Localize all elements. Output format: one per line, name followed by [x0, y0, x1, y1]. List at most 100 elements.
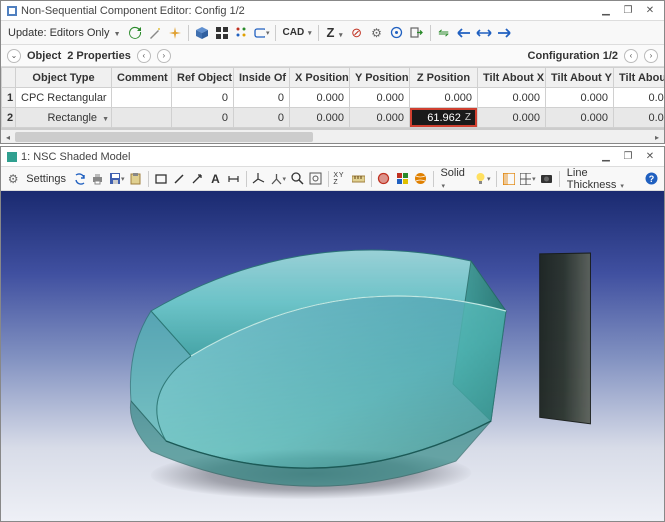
cell-tz[interactable]: 0.000 [614, 88, 665, 108]
object-type-cell[interactable]: CPC Rectangular ▼ [16, 88, 112, 108]
solid-dropdown[interactable]: Solid ▾ [437, 167, 472, 191]
column-header[interactable]: Tilt About X [478, 68, 546, 88]
properties-nav-left[interactable]: ‹ [137, 49, 151, 63]
camera-icon[interactable] [539, 170, 555, 188]
column-header[interactable]: Y Position [350, 68, 410, 88]
cell-ty[interactable]: 0.000 [546, 108, 614, 128]
cell-tx[interactable]: 0.000 [478, 108, 546, 128]
settings-gear-icon[interactable]: ⚙ [5, 170, 21, 188]
fan-off-icon[interactable] [376, 170, 392, 188]
nosign-icon[interactable]: ⊘ [348, 24, 366, 42]
cell-comment[interactable] [112, 88, 172, 108]
column-header[interactable]: Inside Of [234, 68, 290, 88]
cell-ty[interactable]: 0.000 [546, 88, 614, 108]
bulb-icon[interactable]: ▾ [474, 170, 492, 188]
arrow-right-icon[interactable] [495, 24, 513, 42]
cpc-model [121, 216, 531, 506]
target-icon[interactable] [388, 24, 406, 42]
cell-x[interactable]: 0.000 [290, 88, 350, 108]
column-header[interactable]: Tilt About Z [614, 68, 665, 88]
rect-tool-icon[interactable] [153, 170, 169, 188]
layout1-icon[interactable] [500, 170, 516, 188]
horizontal-scrollbar[interactable]: ◂ ▸ [1, 129, 664, 143]
cube-icon[interactable] [193, 24, 211, 42]
zoom-icon[interactable] [289, 170, 305, 188]
color-icon[interactable] [394, 170, 410, 188]
expand-properties-button[interactable]: ⌄ [7, 49, 21, 63]
component-table: Object TypeCommentRef ObjectInside OfX P… [1, 67, 664, 129]
object-type-cell[interactable]: Rectangle ▼ [16, 108, 112, 128]
ruler-icon[interactable] [351, 170, 367, 188]
line-tool-icon[interactable] [171, 170, 187, 188]
sync-icon[interactable] [71, 170, 87, 188]
grid-icon[interactable] [213, 24, 231, 42]
scroll-right-button[interactable]: ▸ [650, 130, 664, 144]
refresh-icon[interactable] [126, 24, 144, 42]
xyz-icon[interactable]: X Y Z [332, 170, 348, 188]
column-header[interactable]: Object Type [16, 68, 112, 88]
z-dropdown[interactable]: Z ▾ [323, 25, 345, 40]
print-icon[interactable] [89, 170, 105, 188]
column-header[interactable]: Comment [112, 68, 172, 88]
tripod-icon[interactable]: ▾ [269, 170, 287, 188]
column-header[interactable]: Tilt About Y [546, 68, 614, 88]
clipboard-icon[interactable] [128, 170, 144, 188]
cell-comment[interactable] [112, 108, 172, 128]
row-number[interactable]: 1 [2, 88, 16, 108]
cell-y[interactable]: 0.000 [350, 88, 410, 108]
dots-icon[interactable] [233, 24, 251, 42]
cell-y[interactable]: 0.000 [350, 108, 410, 128]
axes-icon[interactable] [251, 170, 267, 188]
update-mode-dropdown[interactable]: Update: Editors Only ▼ [5, 27, 124, 39]
config-nav-right[interactable]: › [644, 49, 658, 63]
viewer-restore-button[interactable]: ❐ [620, 150, 636, 164]
viewer-title: 1: NSC Shaded Model [21, 151, 598, 163]
line-thickness-dropdown[interactable]: Line Thickness ▾ [564, 167, 642, 191]
cell-z[interactable]: 61.962Z [410, 108, 478, 128]
table-row[interactable]: 1CPC Rectangular ▼000.0000.0000.0000.000… [2, 88, 665, 108]
arrow-left-icon[interactable] [455, 24, 473, 42]
cell-inside[interactable]: 0 [234, 88, 290, 108]
cell-ref[interactable]: 0 [172, 88, 234, 108]
save-icon[interactable]: ▾ [108, 170, 126, 188]
restore-button[interactable]: ❐ [620, 4, 636, 18]
row-number[interactable]: 2 [2, 108, 16, 128]
text-tool-icon[interactable]: A [207, 170, 223, 188]
cell-ref[interactable]: 0 [172, 108, 234, 128]
column-header[interactable]: X Position [290, 68, 350, 88]
exit-icon[interactable] [408, 24, 426, 42]
editor-titlebar: Non-Sequential Component Editor: Config … [1, 1, 664, 21]
viewer-titlebar: 1: NSC Shaded Model ▁ ❐ ✕ [1, 147, 664, 167]
close-button[interactable]: ✕ [642, 4, 658, 18]
cell-tz[interactable]: 0.000 [614, 108, 665, 128]
cell-tx[interactable]: 0.000 [478, 88, 546, 108]
settings-button[interactable]: Settings [23, 173, 69, 185]
scroll-left-button[interactable]: ◂ [1, 130, 15, 144]
swap-icon[interactable]: ⇋ [435, 24, 453, 42]
properties-nav-right[interactable]: › [157, 49, 171, 63]
dimension-tool-icon[interactable] [226, 170, 242, 188]
viewer-minimize-button[interactable]: ▁ [598, 150, 614, 164]
config-nav-left[interactable]: ‹ [624, 49, 638, 63]
table-row[interactable]: 2Rectangle ▼000.0000.00061.962Z0.0000.00… [2, 108, 665, 128]
minimize-button[interactable]: ▁ [598, 4, 614, 18]
help-icon[interactable]: ? [644, 170, 660, 188]
cell-z[interactable]: 0.000 [410, 88, 478, 108]
shape-icon[interactable]: ▾ [253, 24, 271, 42]
gear-icon[interactable]: ⚙ [368, 24, 386, 42]
cad-dropdown[interactable]: CAD ▾ [280, 27, 315, 38]
layout2-icon[interactable]: ▾ [519, 170, 537, 188]
column-header[interactable]: Z Position [410, 68, 478, 88]
spark-icon[interactable] [166, 24, 184, 42]
cell-x[interactable]: 0.000 [290, 108, 350, 128]
arrow-both-icon[interactable] [475, 24, 493, 42]
fit-icon[interactable] [307, 170, 323, 188]
arrow-tool-icon[interactable] [189, 170, 205, 188]
cell-inside[interactable]: 0 [234, 108, 290, 128]
wand-icon[interactable] [146, 24, 164, 42]
detector-model [539, 253, 591, 425]
render-viewport[interactable] [1, 191, 664, 521]
globe-icon[interactable] [412, 170, 428, 188]
column-header[interactable]: Ref Object [172, 68, 234, 88]
viewer-close-button[interactable]: ✕ [642, 150, 658, 164]
